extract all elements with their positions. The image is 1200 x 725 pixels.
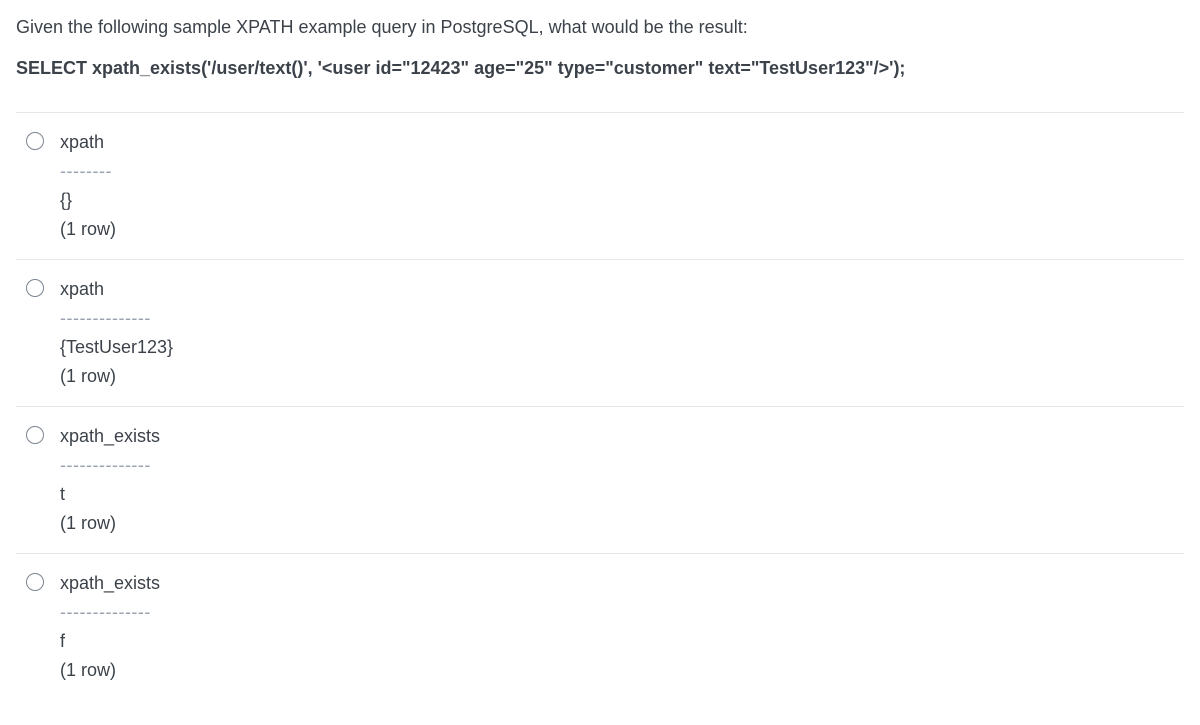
options-list: xpath -------- {} (1 row) xpath --------… — [16, 112, 1184, 700]
option-2-header: xpath — [60, 276, 1184, 303]
question-text: Given the following sample XPATH example… — [16, 14, 1184, 41]
option-1-dashes: -------- — [60, 158, 1184, 185]
radio-3[interactable] — [26, 426, 44, 444]
radio-4[interactable] — [26, 573, 44, 591]
option-1-value: {} — [60, 187, 1184, 214]
radio-1[interactable] — [26, 132, 44, 150]
option-3-header: xpath_exists — [60, 423, 1184, 450]
radio-2[interactable] — [26, 279, 44, 297]
option-3[interactable]: xpath_exists -------------- t (1 row) — [16, 406, 1184, 553]
option-4-value: f — [60, 628, 1184, 655]
option-1-header: xpath — [60, 129, 1184, 156]
option-4-rowcount: (1 row) — [60, 657, 1184, 684]
option-3-value: t — [60, 481, 1184, 508]
option-body-2: xpath -------------- {TestUser123} (1 ro… — [60, 274, 1184, 392]
option-body-3: xpath_exists -------------- t (1 row) — [60, 421, 1184, 539]
option-body-4: xpath_exists -------------- f (1 row) — [60, 568, 1184, 686]
option-1-rowcount: (1 row) — [60, 216, 1184, 243]
option-4-header: xpath_exists — [60, 570, 1184, 597]
option-body-1: xpath -------- {} (1 row) — [60, 127, 1184, 245]
option-4[interactable]: xpath_exists -------------- f (1 row) — [16, 553, 1184, 700]
option-2-dashes: -------------- — [60, 305, 1184, 332]
option-2[interactable]: xpath -------------- {TestUser123} (1 ro… — [16, 259, 1184, 406]
option-2-value: {TestUser123} — [60, 334, 1184, 361]
option-1[interactable]: xpath -------- {} (1 row) — [16, 112, 1184, 259]
question-block: Given the following sample XPATH example… — [16, 14, 1184, 82]
option-4-dashes: -------------- — [60, 599, 1184, 626]
option-2-rowcount: (1 row) — [60, 363, 1184, 390]
question-code: SELECT xpath_exists('/user/text()', '<us… — [16, 55, 1184, 82]
option-3-dashes: -------------- — [60, 452, 1184, 479]
option-3-rowcount: (1 row) — [60, 510, 1184, 537]
